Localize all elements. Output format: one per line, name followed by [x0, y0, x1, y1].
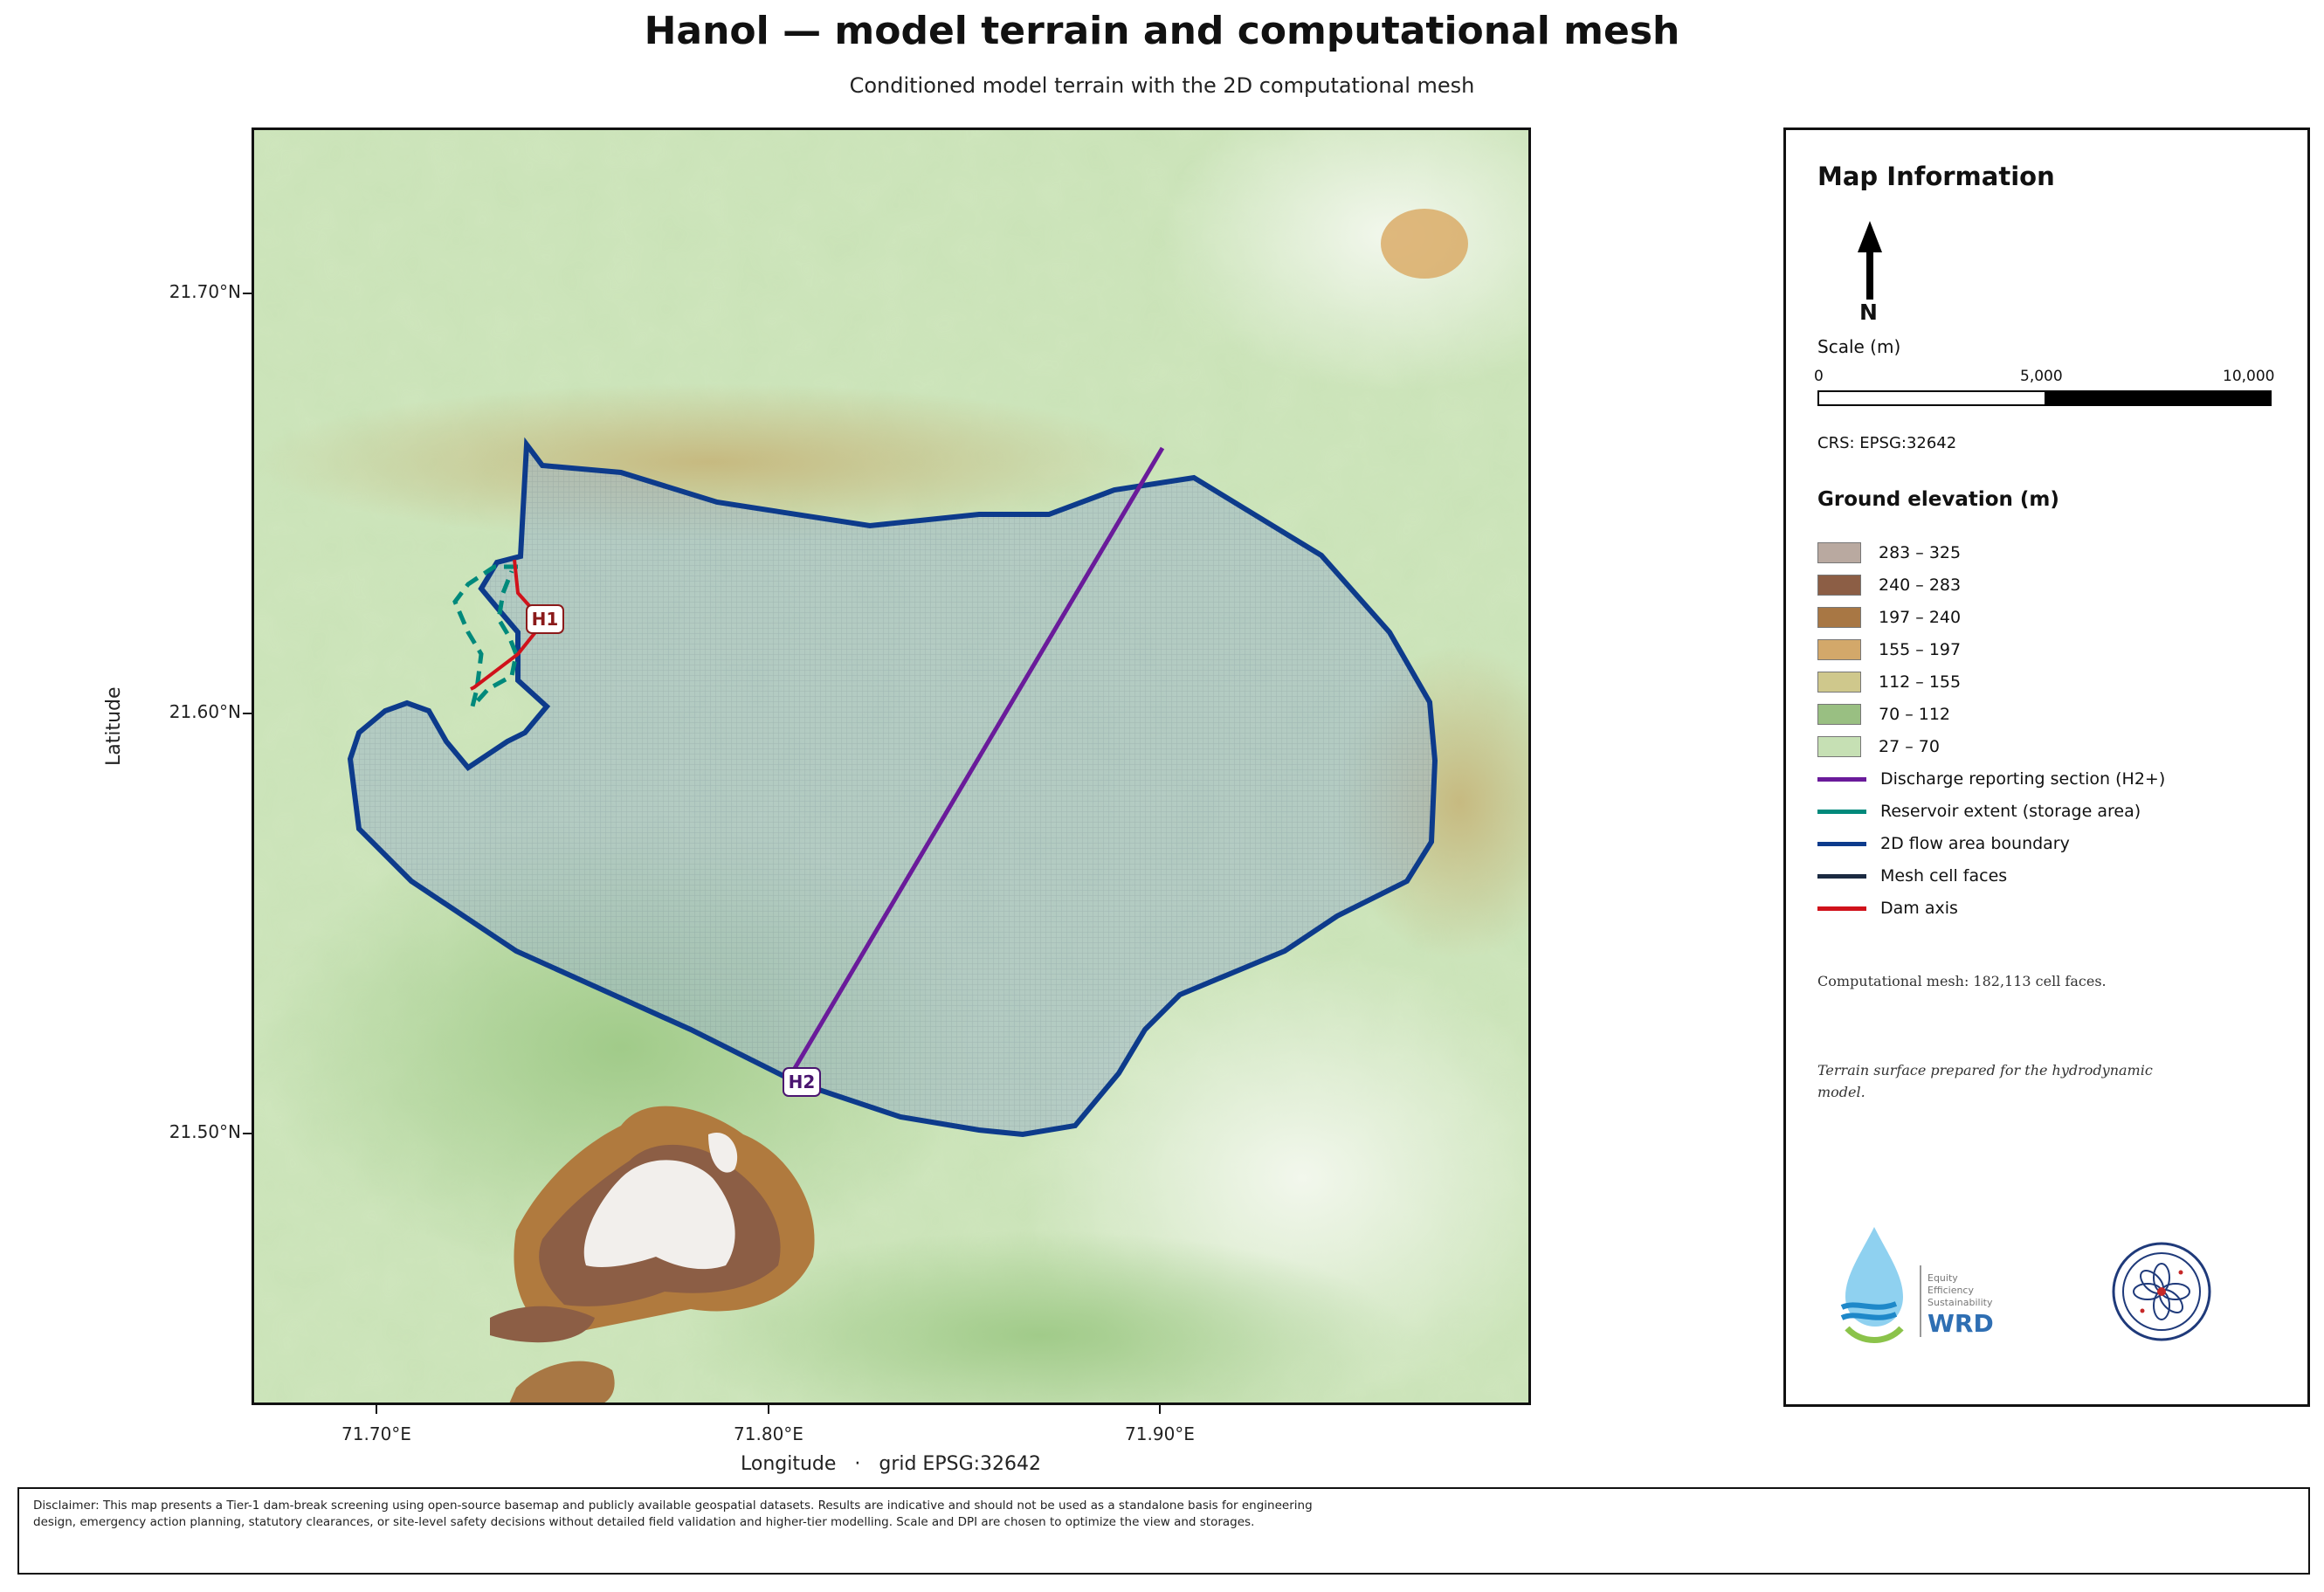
x-tick-label: 71.80°E [734, 1423, 803, 1444]
legend-swatch [1817, 704, 1861, 725]
legend-line-swatch [1817, 776, 1866, 782]
north-arrow-icon [1858, 221, 1882, 300]
y-tick-mark [243, 1133, 252, 1134]
legend-label: 240 – 283 [1879, 575, 1962, 595]
y-axis-label: Latitude [103, 686, 125, 766]
north-label: N [1859, 300, 1878, 325]
marker-h1-label: H1 [532, 609, 559, 630]
map-subtitle: Conditioned model terrain with the 2D co… [849, 73, 1475, 98]
x-tick-label: 71.70°E [341, 1423, 411, 1444]
legend-swatch [1817, 736, 1861, 757]
disclaimer-text: Disclaimer: This map presents a Tier-1 d… [33, 1499, 1313, 1529]
x-tick-mark [768, 1405, 769, 1414]
legend-item-elevation: 155 – 197 [1817, 637, 1961, 662]
marker-h1[interactable]: H1 [526, 604, 564, 634]
y-tick-mark [243, 713, 252, 714]
legend-item-mesh-faces: Mesh cell faces [1817, 864, 2007, 888]
legend-item-elevation: 112 – 155 [1817, 670, 1961, 694]
terrain-map-svg: H1 H2 [254, 130, 1528, 1402]
legend-item-elevation: 240 – 283 [1817, 573, 1961, 597]
scale-tick: 5,000 [2020, 368, 2063, 385]
legend-line-swatch [1817, 841, 1866, 846]
legend-item-dam-axis: Dam axis [1817, 896, 1958, 920]
legend-swatch [1817, 542, 1861, 563]
legend-item-elevation: 283 – 325 [1817, 541, 1961, 565]
y-tick-mark [243, 293, 252, 294]
legend-line-swatch [1817, 906, 1866, 911]
svg-text:WRD: WRD [1927, 1309, 1994, 1338]
legend-label: 112 – 155 [1879, 672, 1962, 692]
legend-line-swatch [1817, 809, 1866, 814]
marker-h2-label: H2 [789, 1072, 816, 1092]
disclaimer-box: Disclaimer: This map presents a Tier-1 d… [17, 1487, 2310, 1575]
x-axis-label: Longitude · grid EPSG:32642 [740, 1453, 1042, 1475]
legend-line-swatch [1817, 873, 1866, 879]
map-title: Hanol — model terrain and computational … [644, 9, 1680, 53]
legend-label: 283 – 325 [1879, 543, 1962, 562]
legend-item-elevation: 27 – 70 [1817, 734, 1940, 759]
legend-item-elevation: 197 – 240 [1817, 605, 1961, 630]
x-tick-label: 71.90°E [1125, 1423, 1195, 1444]
legend-label: 70 – 112 [1879, 705, 1951, 724]
terrain-peak-ne [1381, 209, 1468, 279]
scale-bar [1817, 390, 2272, 406]
scale-label: Scale (m) [1817, 336, 1901, 357]
elevation-legend-title: Ground elevation (m) [1817, 488, 2059, 511]
scale-tick: 0 [1814, 368, 1824, 385]
legend-item-reservoir: Reservoir extent (storage area) [1817, 799, 2141, 824]
legend-swatch [1817, 639, 1861, 660]
crs-label: CRS: EPSG:32642 [1817, 434, 1957, 452]
institute-seal-icon [2112, 1242, 2211, 1341]
legend-item-elevation: 70 – 112 [1817, 702, 1950, 727]
svg-text:Equity: Equity [1927, 1272, 1958, 1284]
scale-tick: 10,000 [2223, 368, 2275, 385]
marker-h2[interactable]: H2 [783, 1067, 821, 1097]
wrd-logo-icon: Equity Efficiency Sustainability WRD [1840, 1227, 1994, 1343]
mesh-note: Computational mesh: 182,113 cell faces. [1817, 973, 2107, 989]
panel-title: Map Information [1817, 162, 2055, 191]
terrain-note: Terrain surface prepared for the hydrody… [1817, 1062, 2153, 1100]
x-tick-mark [376, 1405, 377, 1414]
legend-label: 155 – 197 [1879, 640, 1962, 659]
legend-item-discharge-section: Discharge reporting section (H2+) [1817, 767, 2165, 791]
legend-swatch [1817, 607, 1861, 628]
map-info-panel: Map Information N Scale (m) 0 5,000 10,0… [1783, 127, 2310, 1407]
y-tick-label: 21.60°N [169, 701, 241, 722]
legend-label: Reservoir extent (storage area) [1880, 802, 2141, 821]
y-tick-label: 21.70°N [169, 281, 241, 302]
legend-swatch [1817, 575, 1861, 596]
legend-label: Discharge reporting section (H2+) [1880, 769, 2166, 789]
svg-text:Sustainability: Sustainability [1927, 1297, 1993, 1308]
legend-label: Mesh cell faces [1880, 866, 2008, 886]
legend-label: 2D flow area boundary [1880, 834, 2070, 853]
legend-item-flow-area: 2D flow area boundary [1817, 831, 2070, 856]
map-canvas[interactable]: H1 H2 [252, 127, 1531, 1405]
legend-swatch [1817, 672, 1861, 693]
legend-label: 197 – 240 [1879, 608, 1962, 627]
y-tick-label: 21.50°N [169, 1121, 241, 1142]
legend-label: 27 – 70 [1879, 737, 1940, 756]
x-tick-mark [1159, 1405, 1161, 1414]
svg-text:Efficiency: Efficiency [1927, 1285, 1974, 1296]
legend-label: Dam axis [1880, 899, 1958, 918]
